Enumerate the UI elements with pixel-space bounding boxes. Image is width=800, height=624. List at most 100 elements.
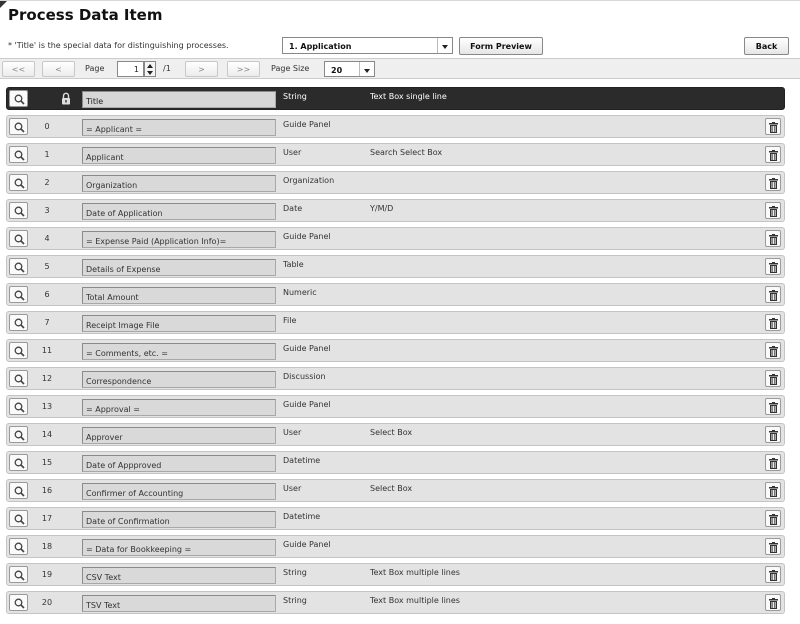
data-type: User — [283, 148, 302, 157]
magnifier-icon[interactable] — [9, 202, 28, 219]
data-type: Guide Panel — [283, 344, 331, 353]
magnifier-icon[interactable] — [9, 510, 28, 527]
data-type: Table — [283, 260, 304, 269]
item-title-field[interactable]: = Applicant = — [82, 119, 276, 136]
page-size-select[interactable]: 20 — [324, 61, 375, 77]
row-number: 17 — [41, 514, 53, 523]
item-title-field[interactable]: Receipt Image File — [82, 315, 276, 332]
magnifier-icon[interactable] — [9, 566, 28, 583]
data-subtype: Text Box single line — [370, 92, 447, 101]
row-number: 13 — [41, 402, 53, 411]
magnifier-icon[interactable] — [9, 398, 28, 415]
item-title-field[interactable]: Date of Confirmation — [82, 511, 276, 528]
data-type: Datetime — [283, 512, 321, 521]
item-title-field[interactable]: Confirmer of Accounting — [82, 483, 276, 500]
row-number: 18 — [41, 542, 53, 551]
item-title-field[interactable]: = Approval = — [82, 399, 276, 416]
table-row: 5 Details of Expense Table — [6, 255, 785, 278]
table-row: 16 Confirmer of Accounting User Select Box — [6, 479, 785, 502]
page-number-input[interactable]: 1 — [117, 61, 144, 77]
data-type: User — [283, 428, 302, 437]
magnifier-icon[interactable] — [9, 90, 28, 107]
magnifier-icon[interactable] — [9, 146, 28, 163]
item-title-field[interactable]: Approver — [82, 427, 276, 444]
item-title-field[interactable]: TSV Text — [82, 595, 276, 612]
chevron-down-icon[interactable] — [437, 38, 452, 53]
trash-icon[interactable] — [765, 454, 781, 471]
trash-icon[interactable] — [765, 594, 781, 611]
data-type: Guide Panel — [283, 400, 331, 409]
item-title-field[interactable]: Applicant — [82, 147, 276, 164]
trash-icon[interactable] — [765, 426, 781, 443]
trash-icon[interactable] — [765, 258, 781, 275]
row-number: 3 — [44, 206, 50, 215]
trash-icon[interactable] — [765, 118, 781, 135]
chevron-down-icon[interactable] — [359, 62, 374, 76]
data-type: Guide Panel — [283, 540, 331, 549]
data-type: Guide Panel — [283, 120, 331, 129]
item-title-field[interactable]: = Expense Paid (Application Info)= — [82, 231, 276, 248]
magnifier-icon[interactable] — [9, 482, 28, 499]
item-title-field[interactable]: Date of Application — [82, 203, 276, 220]
spin-up-icon[interactable] — [147, 64, 153, 68]
trash-icon[interactable] — [765, 342, 781, 359]
trash-icon[interactable] — [765, 174, 781, 191]
trash-icon[interactable] — [765, 230, 781, 247]
last-page-button[interactable]: >> — [227, 61, 260, 77]
item-title-field[interactable]: = Comments, etc. = — [82, 343, 276, 360]
trash-icon[interactable] — [765, 510, 781, 527]
magnifier-icon[interactable] — [9, 258, 28, 275]
table-row: 12 Correspondence Discussion — [6, 367, 785, 390]
trash-icon[interactable] — [765, 146, 781, 163]
row-number: 15 — [41, 458, 53, 467]
page-size-value: 20 — [331, 66, 343, 75]
table-row: 19 CSV Text String Text Box multiple lines — [6, 563, 785, 586]
table-row: 20 TSV Text String Text Box multiple lines — [6, 591, 785, 614]
page-spinner[interactable] — [144, 61, 156, 77]
magnifier-icon[interactable] — [9, 286, 28, 303]
trash-icon[interactable] — [765, 314, 781, 331]
magnifier-icon[interactable] — [9, 426, 28, 443]
back-button[interactable]: Back — [744, 37, 789, 55]
item-title-field[interactable]: = Data for Bookkeeping = — [82, 539, 276, 556]
form-preview-button[interactable]: Form Preview — [459, 37, 543, 55]
item-title-field[interactable]: Correspondence — [82, 371, 276, 388]
magnifier-icon[interactable] — [9, 342, 28, 359]
magnifier-icon[interactable] — [9, 118, 28, 135]
item-title-field[interactable]: Organization — [82, 175, 276, 192]
next-page-button[interactable]: > — [185, 61, 218, 77]
trash-icon[interactable] — [765, 202, 781, 219]
item-title-field[interactable]: Total Amount — [82, 287, 276, 304]
magnifier-icon[interactable] — [9, 370, 28, 387]
prev-page-button[interactable]: < — [42, 61, 75, 77]
magnifier-icon[interactable] — [9, 594, 28, 611]
table-row: 13 = Approval = Guide Panel — [6, 395, 785, 418]
trash-icon[interactable] — [765, 538, 781, 555]
corner-mark — [0, 1, 7, 8]
title-field[interactable]: Title — [82, 91, 276, 108]
trash-icon[interactable] — [765, 286, 781, 303]
magnifier-icon[interactable] — [9, 538, 28, 555]
trash-icon[interactable] — [765, 566, 781, 583]
trash-icon[interactable] — [765, 482, 781, 499]
data-type: Numeric — [283, 288, 317, 297]
form-select[interactable]: 1. Application — [282, 37, 453, 54]
first-page-button[interactable]: << — [2, 61, 35, 77]
table-row: 2 Organization Organization — [6, 171, 785, 194]
trash-icon[interactable] — [765, 398, 781, 415]
trash-icon[interactable] — [765, 370, 781, 387]
item-title-field[interactable]: Details of Expense — [82, 259, 276, 276]
magnifier-icon[interactable] — [9, 174, 28, 191]
item-title-field[interactable]: Date of Appproved — [82, 455, 276, 472]
magnifier-icon[interactable] — [9, 454, 28, 471]
page-label: Page — [85, 64, 105, 73]
table-row: 15 Date of Appproved Datetime — [6, 451, 785, 474]
row-number: 14 — [41, 430, 53, 439]
magnifier-icon[interactable] — [9, 314, 28, 331]
magnifier-icon[interactable] — [9, 230, 28, 247]
item-title-field[interactable]: CSV Text — [82, 567, 276, 584]
row-number: 16 — [41, 486, 53, 495]
spin-down-icon[interactable] — [147, 71, 153, 75]
row-number: 5 — [44, 262, 50, 271]
form-select-value: 1. Application — [289, 42, 352, 51]
